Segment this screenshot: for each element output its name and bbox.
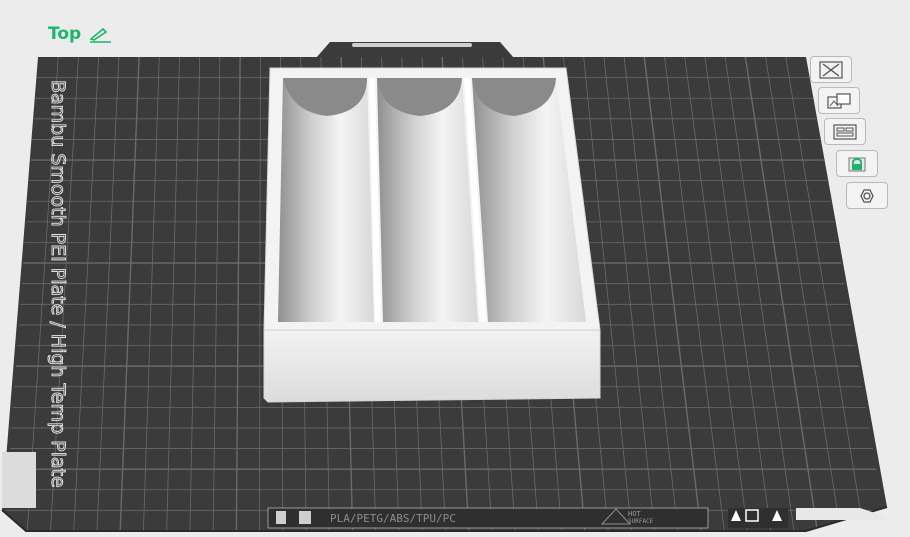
lock-icon [848,157,866,171]
close-icon [819,60,843,79]
remove-plate-button[interactable] [810,56,852,83]
view-label-text: Top [48,24,82,44]
plate-settings-button[interactable] [846,182,888,209]
qr-icon-2 [299,511,311,524]
hot-surface-line2: SURFACE [628,518,654,525]
hot-surface-line1: HOT [628,510,641,518]
plate-materials: PLA/PETG/ABS/TPU/PC [330,512,456,525]
auto-arrange-button[interactable] [818,87,860,114]
layout-icon [833,123,857,140]
plate-name: Bambu Smooth PEI Plate / High Temp Plate [47,80,69,488]
gear-icon [860,188,874,203]
plate-tab-slot [352,43,472,47]
build-plate-viewport[interactable]: Bambu Smooth PEI Plate / High Temp Plate… [0,0,910,537]
qr-icon [276,511,286,524]
corner-marker [2,452,36,508]
edit-pencil-icon[interactable] [87,25,113,43]
plate-layout-button[interactable] [824,118,866,145]
lock-plate-button[interactable] [836,150,878,177]
tray-model[interactable] [263,67,601,403]
view-label[interactable]: Top [48,24,113,44]
arrange-icon [827,92,851,109]
